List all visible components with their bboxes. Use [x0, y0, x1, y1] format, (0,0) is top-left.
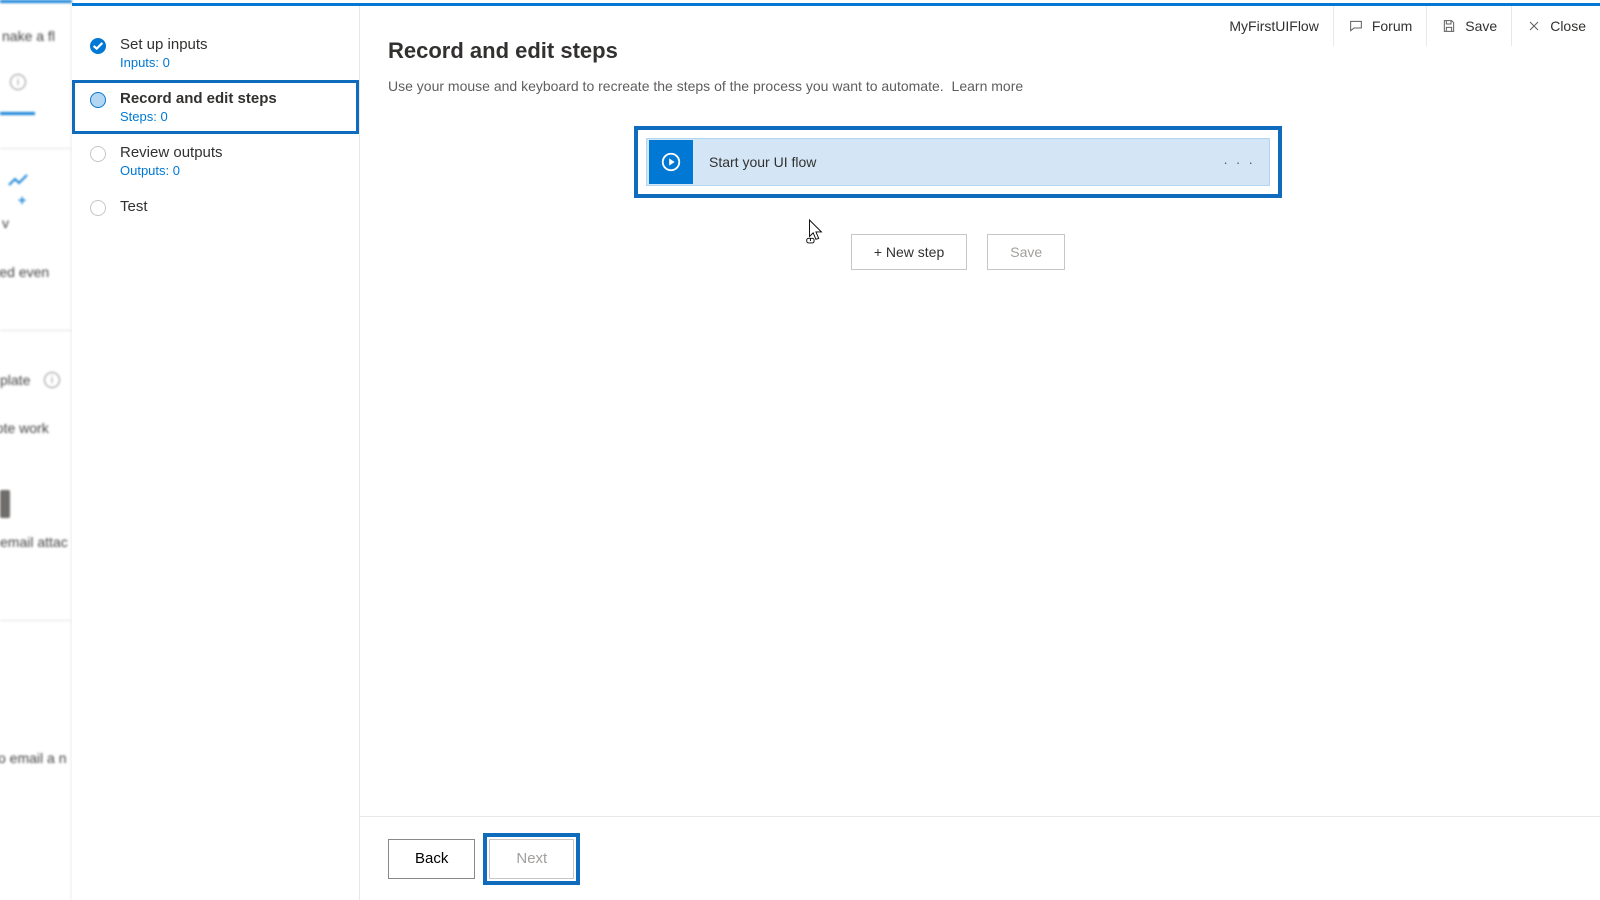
- step-review-outputs[interactable]: Review outputs Outputs: 0: [72, 134, 359, 188]
- step-sublabel: Inputs: 0: [120, 55, 208, 70]
- check-icon: [90, 38, 106, 54]
- flow-start-card[interactable]: Start your UI flow · · ·: [646, 138, 1270, 186]
- bg-heading: nake a fl: [2, 28, 55, 44]
- bg-trigger: signated even: [0, 264, 49, 280]
- learn-more-link[interactable]: Learn more: [952, 78, 1024, 94]
- panel-header: MyFirstUIFlow Forum Save Close: [1215, 6, 1600, 46]
- panel-footer: Back Next: [360, 816, 1600, 900]
- flow-start-card-highlight: Start your UI flow · · ·: [638, 130, 1278, 194]
- active-step-icon: [90, 92, 106, 108]
- next-button[interactable]: Next: [489, 839, 574, 879]
- main-content: Record and edit steps Use your mouse and…: [360, 6, 1600, 900]
- bg-email: o email a n: [0, 750, 66, 766]
- step-record-edit[interactable]: Record and edit steps Steps: 0: [72, 80, 359, 134]
- forum-label: Forum: [1372, 18, 1412, 34]
- step-test[interactable]: Test: [72, 188, 359, 226]
- step-label: Review outputs: [120, 144, 223, 161]
- flow-icon: [6, 168, 30, 192]
- new-step-button[interactable]: + New step: [851, 234, 967, 270]
- step-label: Record and edit steps: [120, 90, 277, 107]
- subtitle-text: Use your mouse and keyboard to recreate …: [388, 78, 944, 94]
- step-sublabel: Outputs: 0: [120, 163, 223, 178]
- close-icon: [1526, 18, 1542, 34]
- chat-icon: [1348, 18, 1364, 34]
- pending-step-icon: [90, 200, 106, 216]
- background-page-strip: nake a fl i + v signated even plate i no…: [0, 0, 72, 900]
- info-icon: i: [10, 74, 26, 90]
- bg-button-fragment: [0, 490, 10, 518]
- save-step-button[interactable]: Save: [987, 234, 1065, 270]
- flow-card-title: Start your UI flow: [709, 154, 816, 170]
- ui-flow-panel: Set up inputs Inputs: 0 Record and edit …: [72, 3, 1600, 900]
- step-label: Set up inputs: [120, 36, 208, 53]
- card-menu-icon[interactable]: · · ·: [1223, 154, 1255, 170]
- bg-remote: note work: [0, 420, 49, 436]
- save-button[interactable]: Save: [1426, 6, 1511, 46]
- back-button[interactable]: Back: [388, 839, 475, 879]
- step-setup-inputs[interactable]: Set up inputs Inputs: 0: [72, 26, 359, 80]
- pending-step-icon: [90, 146, 106, 162]
- bg-template: plate: [0, 372, 30, 388]
- wizard-steps-list: Set up inputs Inputs: 0 Record and edit …: [72, 6, 360, 900]
- step-sublabel: Steps: 0: [120, 109, 277, 124]
- bg-attach: email attac: [0, 534, 68, 550]
- forum-button[interactable]: Forum: [1333, 6, 1426, 46]
- action-row: + New step Save: [638, 234, 1278, 270]
- bg-flow-label: v: [2, 215, 9, 231]
- save-label: Save: [1465, 18, 1497, 34]
- close-button[interactable]: Close: [1511, 6, 1600, 46]
- page-subtitle: Use your mouse and keyboard to recreate …: [388, 78, 1600, 94]
- record-icon: [649, 140, 693, 184]
- flow-title: MyFirstUIFlow: [1215, 6, 1332, 46]
- info-icon: i: [44, 372, 60, 388]
- close-label: Close: [1550, 18, 1586, 34]
- step-label: Test: [120, 198, 148, 215]
- plus-icon: +: [18, 192, 26, 208]
- save-icon: [1441, 18, 1457, 34]
